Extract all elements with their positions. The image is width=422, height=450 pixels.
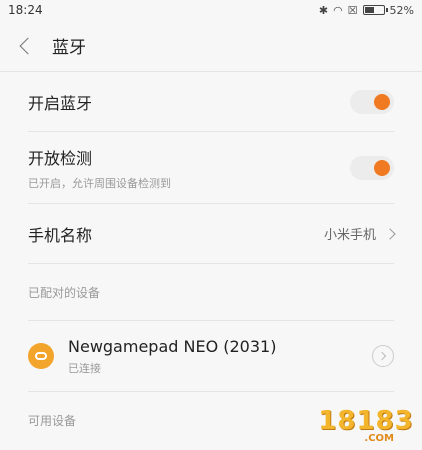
visibility-toggle-row[interactable]: 开放检测 已开启，允许周围设备检测到 [28,132,394,204]
battery-fill [364,7,374,13]
status-icons: ✱ ◠ ☒ 52% [319,4,414,17]
toggle-knob [374,93,390,110]
paired-header: 已配对的设备 [28,285,101,300]
bluetooth-on-label: 开启蓝牙 [28,93,93,113]
battery-icon [362,5,388,15]
device-name-label: 手机名称 [28,225,93,245]
device-name-value-group: 小米手机 [323,224,396,243]
bluetooth-icon: ✱ [318,3,329,17]
status-time: 18:24 [8,3,43,17]
device-name-row[interactable]: 手机名称 小米手机 [28,204,396,264]
paired-section-header: 已配对的设备 [0,264,422,320]
paired-device-status: 已连接 [68,361,101,375]
watermark-logo: 18183 .COM [316,398,416,444]
watermark-sub: .COM [364,433,394,444]
gamepad-icon [28,343,54,369]
paired-device-name: Newgamepad NEO (2031) [68,336,277,356]
paired-device-info: Newgamepad NEO (2031) 已连接 [28,337,276,376]
chevron-right-icon [384,227,396,240]
sim-icon: ☒ [347,3,358,17]
visibility-sublabel: 已开启，允许周围设备检测到 [28,176,171,190]
paired-device-row[interactable]: Newgamepad NEO (2031) 已连接 [28,320,394,392]
device-details-button[interactable] [372,345,394,367]
title-bar: 蓝牙 [0,20,422,72]
visibility-label: 开放检测 [28,148,93,168]
bluetooth-toggle[interactable] [350,89,394,114]
available-header: 可用设备 [28,413,77,428]
watermark-text: 18183 [318,406,414,436]
visibility-toggle[interactable] [350,155,394,180]
device-name-value: 小米手机 [323,228,376,243]
page-title: 蓝牙 [52,38,86,58]
battery-percent: 52% [389,3,414,17]
bluetooth-toggle-row[interactable]: 开启蓝牙 [28,72,394,132]
toggle-knob [374,159,390,176]
visibility-text: 开放检测 已开启，允许周围设备检测到 [28,145,171,191]
wifi-icon: ◠ [333,3,343,17]
back-icon[interactable] [19,37,37,54]
status-bar: 18:24 ✱ ◠ ☒ 52% [0,0,422,20]
